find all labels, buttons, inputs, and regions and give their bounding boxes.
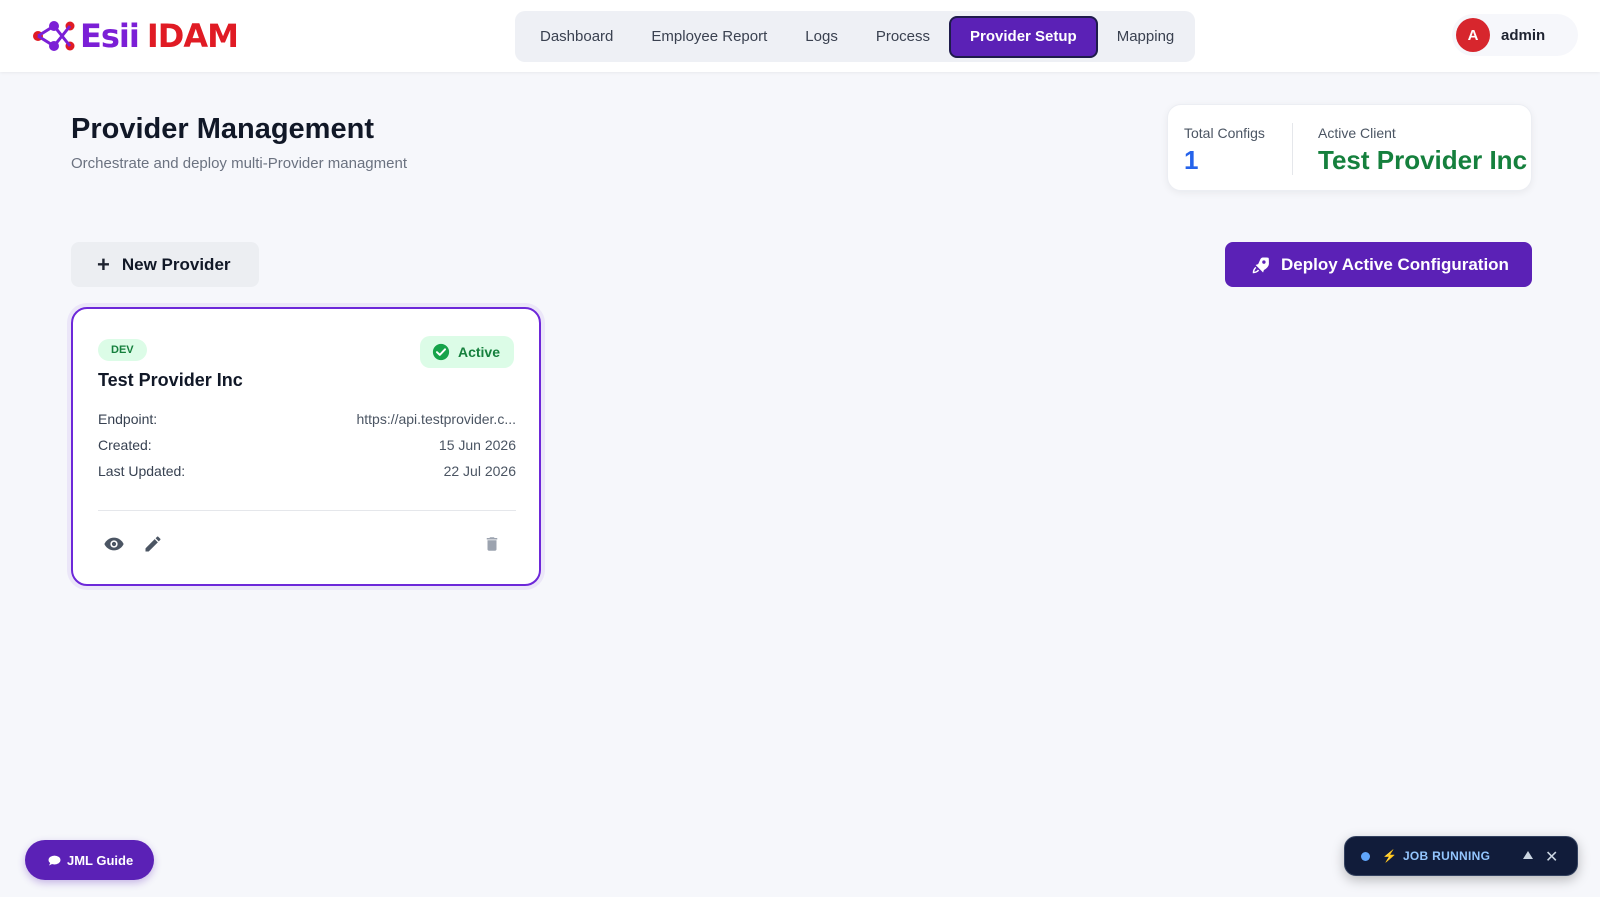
total-configs-label: Total Configs — [1184, 125, 1265, 141]
nav-logs[interactable]: Logs — [786, 16, 857, 58]
main-nav: Dashboard Employee Report Logs Process P… — [515, 11, 1195, 62]
top-bar: Esii IDAM Dashboard Employee Report Logs… — [0, 0, 1600, 72]
provider-name: Test Provider Inc — [98, 370, 243, 390]
trash-icon — [486, 537, 498, 551]
status-badge: Active — [419, 336, 514, 368]
nav-employee-report[interactable]: Employee Report — [632, 16, 786, 58]
detail-label: Created: — [98, 437, 152, 453]
nav-mapping[interactable]: Mapping — [1098, 16, 1194, 58]
active-client-stat: Active Client Test Provider Inc — [1318, 125, 1527, 176]
deploy-label: Deploy Active Configuration — [1281, 254, 1509, 274]
nav-dashboard[interactable]: Dashboard — [521, 16, 632, 58]
status-label: Active — [457, 344, 500, 360]
avatar: A — [1456, 18, 1490, 52]
detail-label: Endpoint: — [98, 411, 158, 427]
total-configs-stat: Total Configs 1 — [1184, 125, 1265, 176]
pencil-icon — [145, 536, 161, 552]
jml-guide-button[interactable]: JML Guide — [25, 840, 154, 880]
job-status-label: JOB RUNNING — [1402, 849, 1491, 863]
jml-guide-label: JML Guide — [67, 852, 134, 868]
page-subtitle: Orchestrate and deploy multi-Provider ma… — [71, 155, 407, 172]
user-menu[interactable]: A admin — [1452, 14, 1578, 56]
chat-bubble-icon — [48, 855, 61, 866]
delete-button[interactable] — [479, 531, 505, 557]
check-circle-icon — [432, 343, 450, 361]
brand-name-part2: IDAM — [146, 17, 239, 55]
logo[interactable]: Esii IDAM — [32, 16, 239, 56]
provider-details: Endpoint: https://api.testprovider.c... … — [98, 411, 516, 489]
detail-row-endpoint: Endpoint: https://api.testprovider.c... — [98, 411, 516, 437]
total-configs-value: 1 — [1184, 145, 1199, 175]
card-divider — [98, 510, 516, 511]
page-title: Provider Management — [71, 113, 374, 145]
new-provider-button[interactable]: + New Provider — [71, 242, 259, 287]
rocket-icon — [1252, 257, 1269, 273]
job-status-widget[interactable]: ⚡ JOB RUNNING ✕ — [1344, 836, 1578, 876]
stats-divider — [1292, 123, 1293, 175]
env-badge: DEV — [98, 339, 147, 361]
plus-icon: + — [97, 251, 110, 277]
provider-card[interactable]: DEV Active Test Provider Inc Endpoint: h… — [71, 307, 541, 586]
view-button[interactable] — [101, 531, 127, 557]
chevron-up-icon[interactable] — [1522, 850, 1534, 860]
active-client-label: Active Client — [1318, 125, 1396, 141]
active-client-value: Test Provider Inc — [1318, 145, 1528, 175]
edit-button[interactable] — [140, 531, 166, 557]
nav-provider-setup[interactable]: Provider Setup — [949, 15, 1098, 58]
nav-process[interactable]: Process — [857, 16, 949, 58]
stats-panel: Total Configs 1 Active Client Test Provi… — [1167, 104, 1532, 191]
bolt-icon: ⚡ — [1382, 849, 1397, 863]
detail-row-created: Created: 15 Jun 2026 — [98, 437, 516, 463]
detail-value: 22 Jul 2026 — [443, 463, 516, 479]
brand-name-part1: Esii — [80, 17, 140, 55]
user-name: admin — [1501, 26, 1546, 44]
close-icon[interactable]: ✕ — [1545, 847, 1558, 867]
detail-value: 15 Jun 2026 — [438, 437, 516, 453]
detail-label: Last Updated: — [98, 463, 186, 479]
logo-mark-icon — [33, 21, 75, 51]
status-dot-icon — [1361, 851, 1370, 861]
detail-value: https://api.testprovider.c... — [356, 411, 516, 427]
detail-row-last-updated: Last Updated: 22 Jul 2026 — [98, 463, 516, 489]
deploy-active-configuration-button[interactable]: Deploy Active Configuration — [1225, 242, 1532, 287]
new-provider-label: New Provider — [121, 254, 231, 274]
eye-icon — [104, 537, 124, 551]
